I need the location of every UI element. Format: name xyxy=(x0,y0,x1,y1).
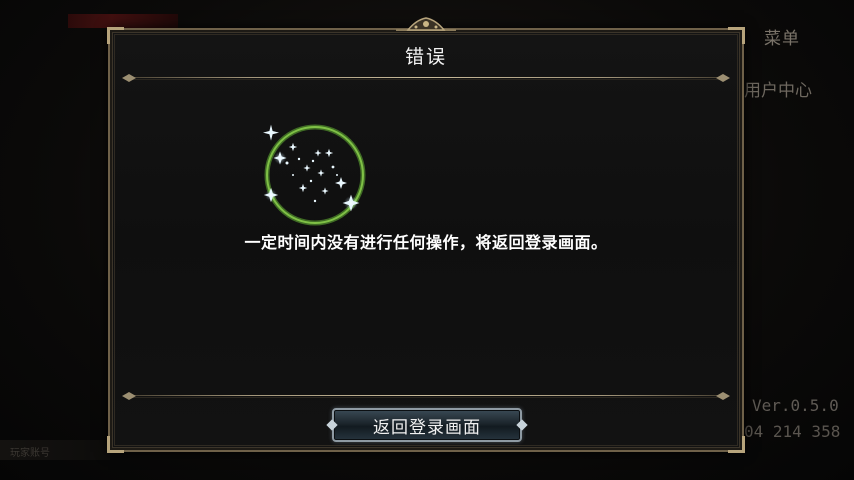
frame-corner-bottom-right xyxy=(728,436,745,453)
dialog-title: 错误 xyxy=(404,46,447,68)
error-dialog: 错误 一定时间内没有进行任何操作，将返回登录画面。 返回登录画面 xyxy=(107,17,745,453)
title-divider xyxy=(122,74,730,82)
bottom-text: 玩家账号 xyxy=(10,448,50,459)
return-to-login-button[interactable]: 返回登录画面 xyxy=(332,408,522,442)
frame-corner-bottom-left xyxy=(107,436,124,453)
user-center-button[interactable]: 用户中心 xyxy=(744,76,812,101)
sparkle-loading-ring-icon xyxy=(263,124,366,226)
timeout-message: 一定时间内没有进行任何操作，将返回登录画面。 xyxy=(244,233,608,252)
footer-divider xyxy=(122,392,730,400)
game-logo xyxy=(68,14,178,28)
menu-button[interactable]: 菜单 xyxy=(764,24,800,49)
crown-ornament-icon xyxy=(396,17,456,31)
server-address-label: 04 214 358 xyxy=(744,422,841,441)
version-label: Ver.0.5.0 xyxy=(752,396,839,415)
game-screen: 菜单 用户中心 Ver.0.5.0 04 214 358 玩家账号 错误 一定时… xyxy=(0,0,854,480)
